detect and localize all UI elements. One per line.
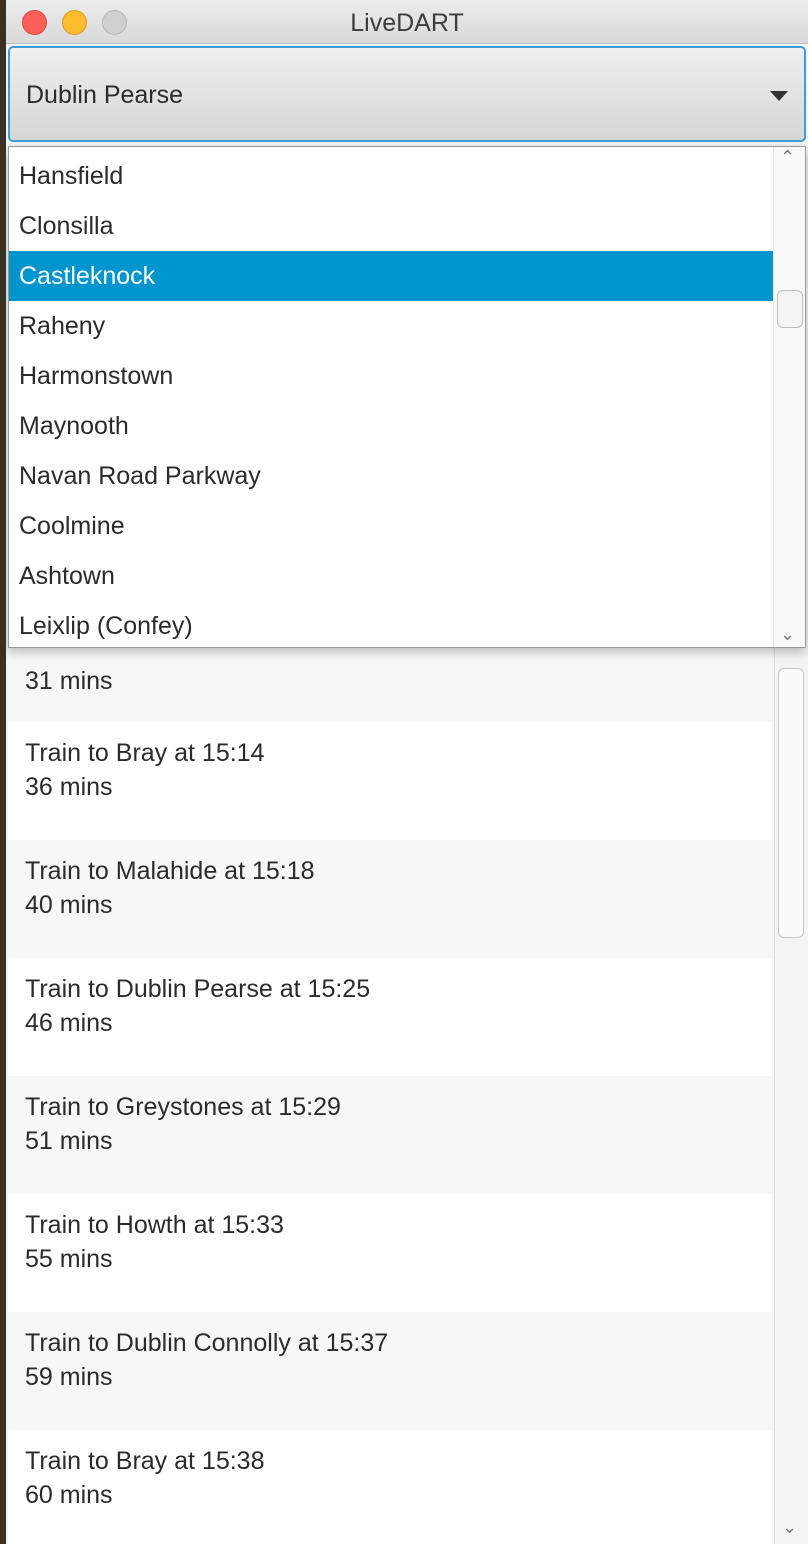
train-list-scrollbar[interactable]: ⌄ — [774, 648, 808, 1544]
station-dropdown-popup: Hansfield Clonsilla Castleknock Raheny H… — [8, 146, 806, 648]
train-due: 31 mins — [25, 667, 113, 695]
dropdown-scrollbar[interactable]: ⌃ ⌄ — [773, 147, 805, 647]
train-row[interactable]: Train to Malahide at 15:18 40 mins — [8, 840, 772, 958]
window-title: LiveDART — [350, 9, 464, 37]
dropdown-option[interactable]: Harmonstown — [9, 351, 773, 401]
train-row[interactable]: Train to Bray at 15:14 36 mins — [8, 722, 772, 840]
train-row[interactable]: Train to Bray at 15:38 60 mins — [8, 1430, 772, 1544]
train-row[interactable]: Train to Dublin Pearse at 15:25 46 mins — [8, 958, 772, 1076]
train-due: 55 mins — [25, 1245, 113, 1273]
train-due: 46 mins — [25, 1009, 113, 1037]
chevron-down-icon[interactable]: ⌄ — [780, 624, 795, 645]
title-bar[interactable]: LiveDART — [6, 0, 808, 44]
dropdown-option[interactable]: Maynooth — [9, 401, 773, 451]
train-list: 31 mins Train to Bray at 15:14 36 mins T… — [8, 648, 772, 1544]
app-window: LiveDART Dublin Pearse 31 mins Train to … — [6, 0, 808, 1544]
station-combo-value: Dublin Pearse — [26, 81, 184, 109]
chevron-down-icon[interactable] — [770, 91, 788, 101]
dropdown-option[interactable]: Ashtown — [9, 551, 773, 601]
station-combo-box[interactable]: Dublin Pearse — [8, 46, 806, 142]
dropdown-option[interactable]: Clonsilla — [9, 201, 773, 251]
dropdown-scroll-thumb[interactable] — [777, 290, 803, 328]
train-title: Train to Dublin Connolly at 15:37 — [25, 1329, 389, 1357]
dropdown-option[interactable]: Hansfield — [9, 151, 773, 201]
train-due: 36 mins — [25, 773, 113, 801]
train-row[interactable]: Train to Howth at 15:33 55 mins — [8, 1194, 772, 1312]
dropdown-option-highlighted[interactable]: Castleknock — [9, 251, 773, 301]
train-title: Train to Dublin Pearse at 15:25 — [25, 975, 371, 1003]
train-due: 40 mins — [25, 891, 113, 919]
train-title: Train to Howth at 15:33 — [25, 1211, 284, 1239]
dropdown-option[interactable]: Coolmine — [9, 501, 773, 551]
train-due: 60 mins — [25, 1481, 113, 1509]
train-list-scroll-thumb[interactable] — [778, 668, 804, 938]
dropdown-option[interactable]: Navan Road Parkway — [9, 451, 773, 501]
train-due: 59 mins — [25, 1363, 113, 1391]
train-row[interactable]: 31 mins — [8, 648, 772, 722]
dropdown-option[interactable]: Leixlip (Confey) — [9, 601, 773, 651]
train-title: Train to Bray at 15:14 — [25, 739, 265, 767]
train-title: Train to Bray at 15:38 — [25, 1447, 265, 1475]
train-title: Train to Malahide at 15:18 — [25, 857, 315, 885]
chevron-down-icon[interactable]: ⌄ — [782, 1517, 797, 1538]
train-due: 51 mins — [25, 1127, 113, 1155]
chevron-up-icon[interactable]: ⌃ — [780, 147, 795, 168]
train-row[interactable]: Train to Greystones at 15:29 51 mins — [8, 1076, 772, 1194]
dropdown-option[interactable]: Raheny — [9, 301, 773, 351]
train-title: Train to Greystones at 15:29 — [25, 1093, 341, 1121]
train-row[interactable]: Train to Dublin Connolly at 15:37 59 min… — [8, 1312, 772, 1430]
